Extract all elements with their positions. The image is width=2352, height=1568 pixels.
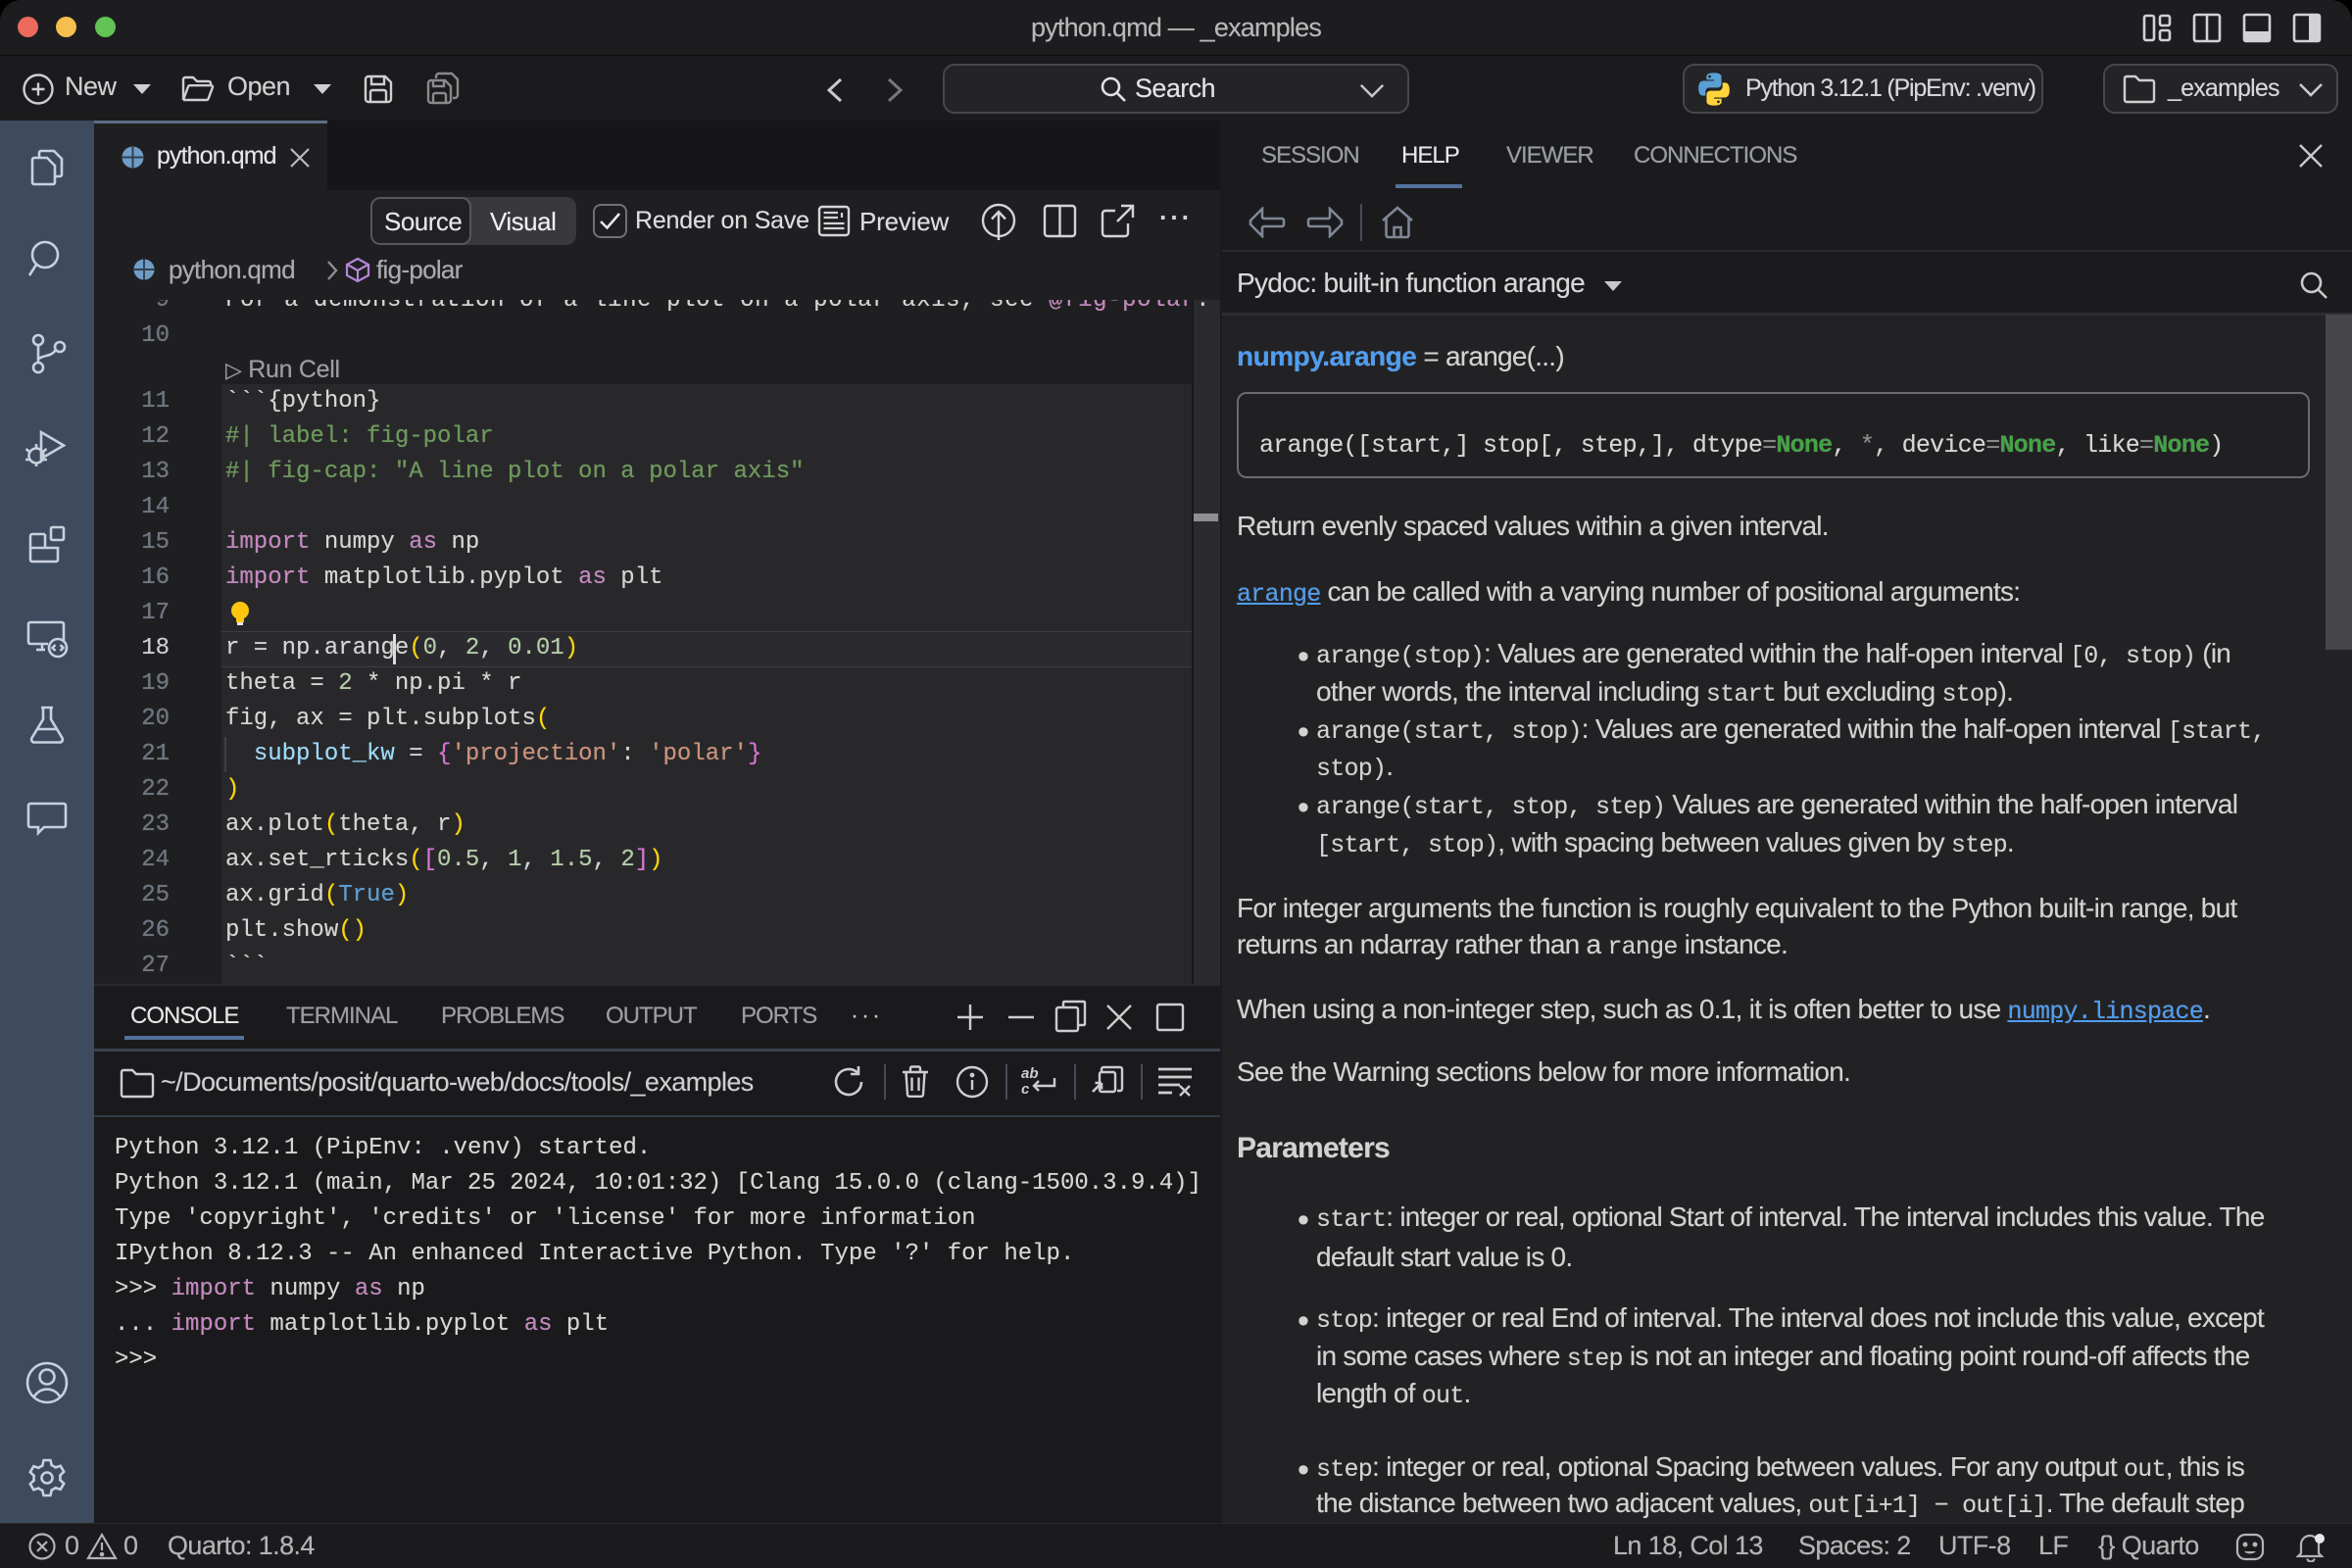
svg-text:c: c [1021,1081,1030,1098]
svg-text:ab: ab [1021,1065,1039,1082]
